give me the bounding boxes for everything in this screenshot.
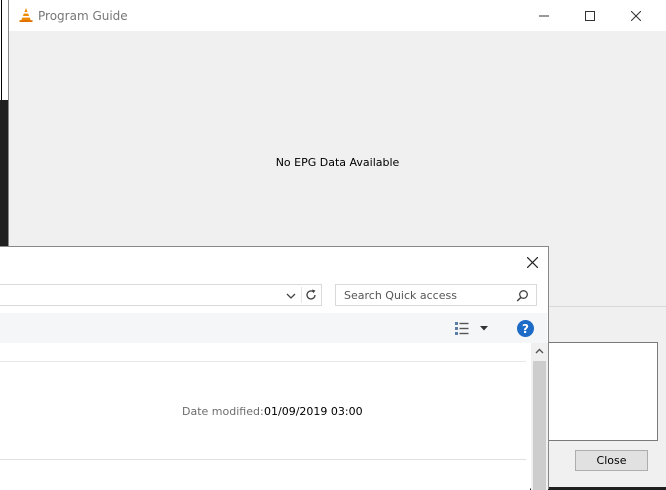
list-header-divider (0, 361, 526, 362)
minimize-icon (539, 15, 549, 16)
search-box[interactable] (335, 284, 537, 306)
search-input[interactable] (344, 288, 504, 302)
file-dialog-window: ? Date modified: 01/09/2019 03:00 (0, 246, 549, 490)
view-options-icon[interactable] (454, 321, 490, 337)
scroll-up-arrow-icon[interactable] (535, 348, 544, 354)
close-icon (631, 10, 641, 21)
close-window-button[interactable] (613, 0, 659, 31)
maximize-button[interactable] (567, 0, 613, 31)
minimize-button[interactable] (521, 0, 567, 31)
maximize-icon (585, 10, 595, 21)
file-list[interactable]: Date modified: 01/09/2019 03:00 (0, 343, 530, 490)
background-window-border (1, 0, 2, 100)
vlc-cone-icon (19, 8, 33, 22)
epg-divider (549, 306, 666, 307)
close-icon (526, 257, 538, 268)
scrollbar-thumb[interactable] (533, 361, 546, 490)
refresh-icon[interactable] (304, 288, 318, 302)
file-dialog-close-button[interactable] (516, 247, 548, 278)
search-icon[interactable] (516, 289, 529, 302)
date-modified-value: 01/09/2019 03:00 (264, 405, 363, 418)
background-window-edge (0, 0, 8, 100)
close-button[interactable]: Close (575, 450, 648, 471)
program-guide-titlebar[interactable]: Program Guide (9, 0, 666, 31)
file-dialog-titlebar[interactable] (0, 247, 548, 278)
program-description-box[interactable] (548, 342, 658, 441)
date-modified-label: Date modified: (182, 405, 264, 418)
window-title: Program Guide (38, 9, 128, 23)
chevron-down-icon[interactable] (284, 290, 298, 302)
help-icon[interactable]: ? (517, 320, 534, 337)
vertical-scrollbar[interactable] (531, 343, 548, 490)
address-separator (301, 287, 302, 303)
list-row-divider (0, 459, 526, 460)
address-bar[interactable] (0, 284, 322, 306)
command-bar: ? (0, 313, 547, 343)
no-epg-message: No EPG Data Available (275, 156, 400, 169)
